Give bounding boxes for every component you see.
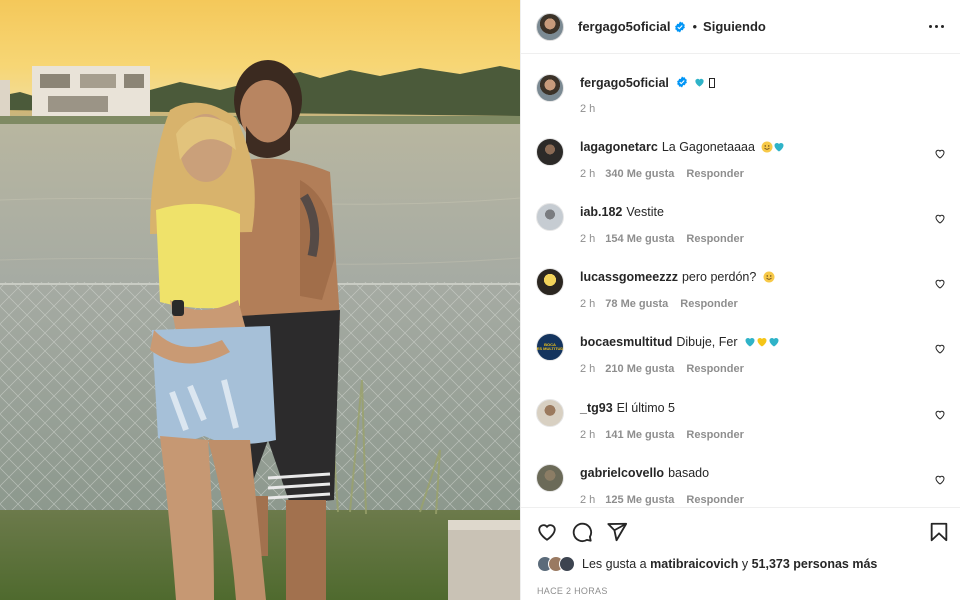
like-comment-heart-icon[interactable] — [934, 148, 946, 160]
save-bookmark-icon[interactable] — [928, 521, 950, 543]
comment-likes[interactable]: 340 Me gusta — [605, 168, 674, 180]
post-timestamp[interactable]: HACE 2 HORAS — [537, 586, 608, 596]
comment-username[interactable]: gabrielcovello — [580, 466, 664, 480]
verified-badge-icon — [675, 21, 686, 32]
reply-button[interactable]: Responder — [686, 429, 743, 441]
comment-text: La Gagonetaaaa — [661, 140, 755, 154]
likes-count[interactable]: 51,373 personas más — [752, 557, 878, 571]
reply-button[interactable]: Responder — [686, 494, 743, 506]
comment-item: lucassgomeezzz pero perdón? 2 h 78 Me gust… — [536, 268, 956, 310]
comment-text: Dibuje, Fer — [676, 335, 738, 349]
post-actions: Les gusta a matibraicovich y 51,373 pers… — [521, 507, 960, 600]
smiling-face-icon — [763, 271, 775, 283]
comment-likes[interactable]: 210 Me gusta — [605, 363, 674, 375]
share-icon[interactable] — [606, 521, 628, 543]
comment-text: Vestite — [626, 205, 664, 219]
unsupported-glyph-icon — [709, 78, 716, 88]
reply-button[interactable]: Responder — [686, 168, 743, 180]
blue-heart-icon — [695, 78, 704, 87]
comment-username[interactable]: iab.182 — [580, 205, 622, 219]
likes-summary: Les gusta a matibraicovich y 51,373 pers… — [537, 556, 877, 572]
comment-username[interactable]: lucassgomeezzz — [580, 270, 678, 284]
comment-likes[interactable]: 141 Me gusta — [605, 429, 674, 441]
liker-username[interactable]: matibraicovich — [650, 557, 738, 571]
comment-time: 2 h — [580, 494, 596, 506]
comment-time: 2 h — [580, 233, 596, 245]
comment-likes[interactable]: 154 Me gusta — [605, 233, 674, 245]
reply-button[interactable]: Responder — [680, 298, 737, 310]
comment-username[interactable]: lagagonetarc — [580, 140, 658, 154]
smiling-face-icon — [761, 141, 773, 153]
like-heart-icon[interactable] — [536, 521, 558, 543]
caption-username[interactable]: fergago5oficial — [580, 76, 669, 90]
liker-avatar — [559, 556, 575, 572]
reply-button[interactable]: Responder — [686, 363, 743, 375]
yellow-heart-icon — [757, 338, 767, 347]
comment-text: pero perdón? — [681, 270, 757, 284]
caption-avatar[interactable] — [536, 74, 564, 102]
comment-text: basado — [668, 466, 710, 480]
comment-text: El último 5 — [616, 401, 676, 415]
comment-item: iab.182 Vestite 2 h 154 Me gusta Responder — [536, 203, 956, 245]
comment-time: 2 h — [580, 363, 596, 375]
comment-avatar[interactable] — [536, 203, 564, 231]
comment-time: 2 h — [580, 429, 596, 441]
comment-avatar[interactable] — [536, 399, 564, 427]
post-caption: fergago5oficial 2 h — [536, 74, 946, 115]
comment-item: gabrielcovello basado 2 h 125 Me gusta Resp… — [536, 464, 956, 506]
post-photo — [0, 0, 520, 600]
author-username[interactable]: fergago5oficial — [578, 19, 670, 34]
comment-likes[interactable]: 78 Me gusta — [605, 298, 668, 310]
comment-avatar[interactable] — [536, 268, 564, 296]
like-comment-heart-icon[interactable] — [934, 409, 946, 421]
following-button[interactable]: Siguiendo — [703, 19, 766, 34]
more-options-icon[interactable] — [929, 19, 944, 34]
author-avatar[interactable] — [536, 12, 564, 41]
blue-heart-icon — [769, 338, 779, 347]
comments-list[interactable]: fergago5oficial 2 h lagagonetarc La Gago… — [521, 55, 960, 507]
likes-connector: y — [741, 557, 749, 571]
header-separator: • — [692, 19, 698, 34]
avatar-badge-text: BOCA ES MULTITUD — [536, 342, 564, 351]
like-comment-heart-icon[interactable] — [934, 213, 946, 225]
verified-badge-icon — [677, 76, 688, 88]
blue-heart-icon — [774, 143, 784, 152]
post-header: fergago5oficial • Siguiendo — [521, 0, 960, 54]
reply-button[interactable]: Responder — [686, 233, 743, 245]
like-comment-heart-icon[interactable] — [934, 343, 946, 355]
comment-icon[interactable] — [571, 521, 593, 543]
comment-username[interactable]: _tg93 — [580, 401, 613, 415]
likes-text: Les gusta a matibraicovich y 51,373 pers… — [582, 557, 877, 571]
comment-item: lagagonetarc La Gagonetaaaa 2 h 340 Me gus… — [536, 138, 956, 180]
likes-prefix: Les gusta a — [582, 557, 647, 571]
comment-item: _tg93 El último 5 2 h 141 Me gusta Responde… — [536, 399, 956, 441]
comment-username[interactable]: bocaesmultitud — [580, 335, 672, 349]
comment-time: 2 h — [580, 168, 596, 180]
comment-avatar[interactable] — [536, 464, 564, 492]
comment-time: 2 h — [580, 298, 596, 310]
comment-avatar[interactable]: BOCA ES MULTITUD — [536, 333, 564, 361]
comment-likes[interactable]: 125 Me gusta — [605, 494, 674, 506]
like-comment-heart-icon[interactable] — [934, 278, 946, 290]
blue-heart-icon — [745, 338, 755, 347]
post-sidebar: fergago5oficial • Siguiendo fergago5ofic… — [520, 0, 960, 600]
comment-avatar[interactable] — [536, 138, 564, 166]
like-comment-heart-icon[interactable] — [934, 474, 946, 486]
caption-time: 2 h — [580, 103, 596, 115]
comment-item: BOCA ES MULTITUD bocaesmultitud Dibuje, F… — [536, 333, 956, 375]
